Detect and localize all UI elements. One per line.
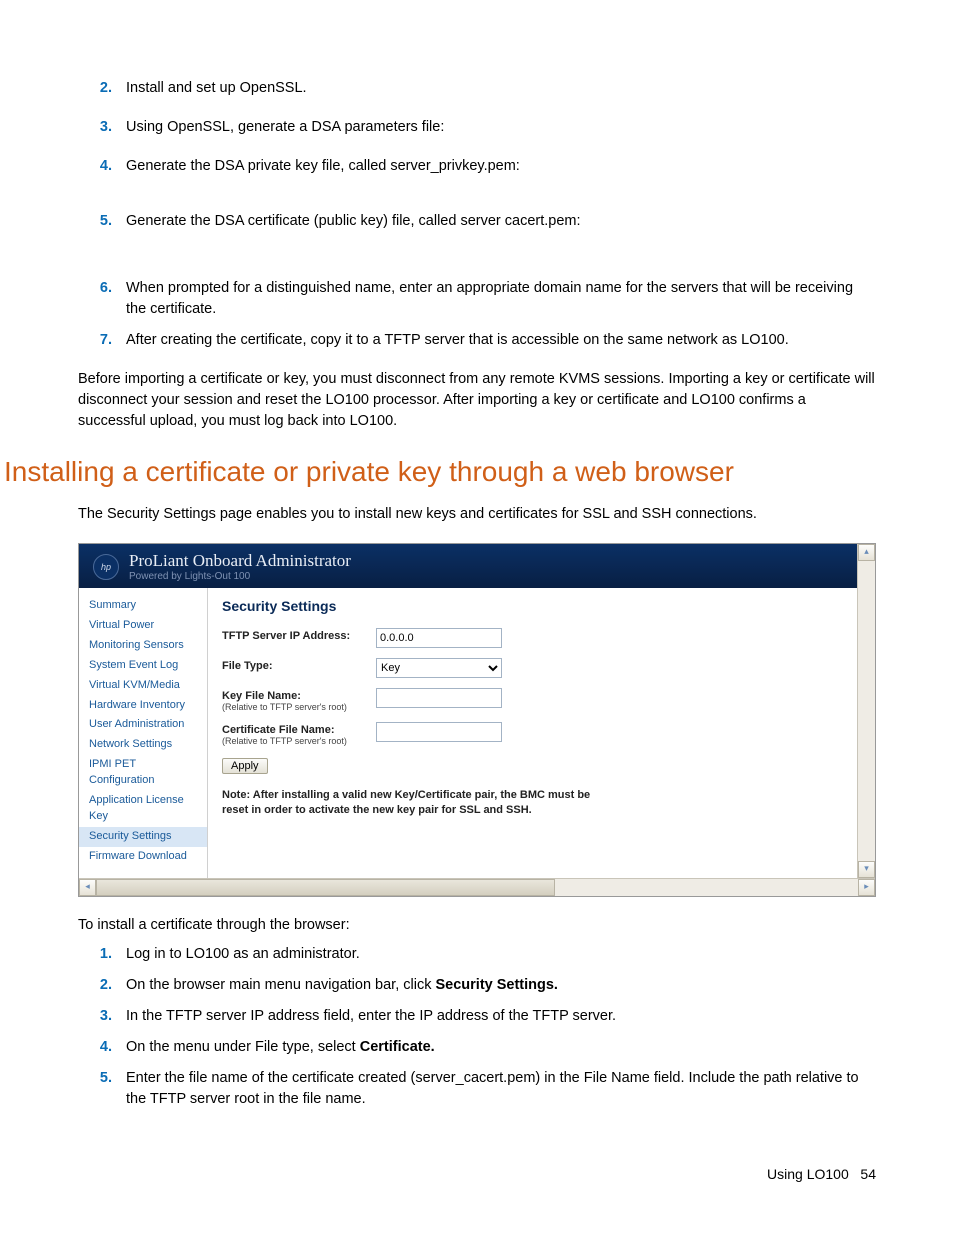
step-text: Enter the file name of the certificate c… [126, 1068, 876, 1110]
step-number: 2. [78, 975, 126, 996]
security-settings-screenshot: hp ProLiant Onboard Administrator Powere… [78, 543, 876, 897]
step-text: After creating the certificate, copy it … [126, 330, 876, 351]
scroll-up-icon[interactable]: ▴ [858, 544, 875, 561]
step-item: 2.On the browser main menu navigation ba… [78, 975, 876, 996]
sidebar-item-security-settings[interactable]: Security Settings [79, 827, 207, 847]
step-number: 5. [78, 211, 126, 232]
hp-logo-icon: hp [93, 554, 119, 580]
sidebar-item-ipmi-pet-configuration[interactable]: IPMI PET Configuration [79, 755, 207, 791]
file-type-select[interactable]: Key [376, 658, 502, 678]
app-subtitle: Powered by Lights-Out 100 [129, 571, 351, 582]
scroll-down-icon[interactable]: ▾ [858, 861, 875, 878]
before-import-paragraph: Before importing a certificate or key, y… [78, 369, 876, 432]
key-file-name-input[interactable] [376, 688, 502, 708]
content-heading: Security Settings [222, 598, 843, 614]
step-text: Generate the DSA certificate (public key… [126, 211, 876, 232]
step-number: 4. [78, 156, 126, 177]
step-item: 3.Using OpenSSL, generate a DSA paramete… [78, 117, 876, 138]
step-item: 5.Generate the DSA certificate (public k… [78, 211, 876, 232]
key-file-name-sublabel: (Relative to TFTP server's root) [222, 702, 376, 712]
step-text: Log in to LO100 as an administrator. [126, 944, 876, 965]
step-text: Install and set up OpenSSL. [126, 78, 876, 99]
step-text: Using OpenSSL, generate a DSA parameters… [126, 117, 876, 138]
scroll-thumb[interactable] [96, 879, 555, 896]
step-text: When prompted for a distinguished name, … [126, 278, 876, 320]
step-item: 7.After creating the certificate, copy i… [78, 330, 876, 351]
step-item: 1.Log in to LO100 as an administrator. [78, 944, 876, 965]
step-item: 2.Install and set up OpenSSL. [78, 78, 876, 99]
install-intro: To install a certificate through the bro… [78, 915, 876, 936]
app-header: hp ProLiant Onboard Administrator Powere… [79, 544, 857, 588]
sidebar-item-summary[interactable]: Summary [79, 596, 207, 616]
step-text: On the menu under File type, select Cert… [126, 1037, 876, 1058]
step-number: 4. [78, 1037, 126, 1058]
step-item: 5.Enter the file name of the certificate… [78, 1068, 876, 1110]
certificate-file-name-sublabel: (Relative to TFTP server's root) [222, 736, 376, 746]
page-footer: Using LO100 54 [78, 1166, 876, 1182]
sidebar-item-user-administration[interactable]: User Administration [79, 715, 207, 735]
sidebar-nav: Summary Virtual Power Monitoring Sensors… [79, 588, 208, 878]
top-step-list: 2.Install and set up OpenSSL. 3.Using Op… [78, 78, 876, 351]
sidebar-item-network-settings[interactable]: Network Settings [79, 735, 207, 755]
key-file-name-label: Key File Name: (Relative to TFTP server'… [222, 688, 376, 712]
apply-button[interactable]: Apply [222, 758, 268, 774]
sidebar-item-hardware-inventory[interactable]: Hardware Inventory [79, 696, 207, 716]
vertical-scrollbar[interactable]: ▴ ▾ [857, 544, 875, 878]
step-text: In the TFTP server IP address field, ent… [126, 1006, 876, 1027]
file-type-label: File Type: [222, 658, 376, 672]
tftp-ip-input[interactable] [376, 628, 502, 648]
content-pane: Security Settings TFTP Server IP Address… [208, 588, 857, 878]
bottom-step-list: 1.Log in to LO100 as an administrator. 2… [78, 944, 876, 1110]
step-number: 7. [78, 330, 126, 351]
certificate-file-name-input[interactable] [376, 722, 502, 742]
app-title: ProLiant Onboard Administrator [129, 552, 351, 571]
step-number: 6. [78, 278, 126, 320]
horizontal-scrollbar[interactable]: ◂ ▸ [79, 878, 875, 896]
section-heading: Installing a certificate or private key … [4, 456, 876, 488]
step-item: 6.When prompted for a distinguished name… [78, 278, 876, 320]
sidebar-item-application-license-key[interactable]: Application License Key [79, 791, 207, 827]
footer-page-number: 54 [860, 1166, 876, 1182]
section-intro: The Security Settings page enables you t… [78, 504, 876, 525]
step-item: 4.On the menu under File type, select Ce… [78, 1037, 876, 1058]
tftp-ip-label: TFTP Server IP Address: [222, 628, 376, 642]
step-number: 1. [78, 944, 126, 965]
step-text: Generate the DSA private key file, calle… [126, 156, 876, 177]
certificate-file-name-label: Certificate File Name: (Relative to TFTP… [222, 722, 376, 746]
step-text: On the browser main menu navigation bar,… [126, 975, 876, 996]
step-number: 5. [78, 1068, 126, 1110]
sidebar-item-virtual-power[interactable]: Virtual Power [79, 616, 207, 636]
sidebar-item-firmware-download[interactable]: Firmware Download [79, 847, 207, 867]
step-number: 2. [78, 78, 126, 99]
step-number: 3. [78, 117, 126, 138]
scroll-track[interactable] [96, 879, 858, 896]
scroll-left-icon[interactable]: ◂ [79, 879, 96, 896]
step-item: 3.In the TFTP server IP address field, e… [78, 1006, 876, 1027]
sidebar-item-monitoring-sensors[interactable]: Monitoring Sensors [79, 636, 207, 656]
step-item: 4.Generate the DSA private key file, cal… [78, 156, 876, 177]
sidebar-item-virtual-kvm-media[interactable]: Virtual KVM/Media [79, 676, 207, 696]
footer-section: Using LO100 [767, 1166, 849, 1182]
reset-note: Note: After installing a valid new Key/C… [222, 788, 592, 818]
scroll-right-icon[interactable]: ▸ [858, 879, 875, 896]
sidebar-item-system-event-log[interactable]: System Event Log [79, 656, 207, 676]
step-number: 3. [78, 1006, 126, 1027]
